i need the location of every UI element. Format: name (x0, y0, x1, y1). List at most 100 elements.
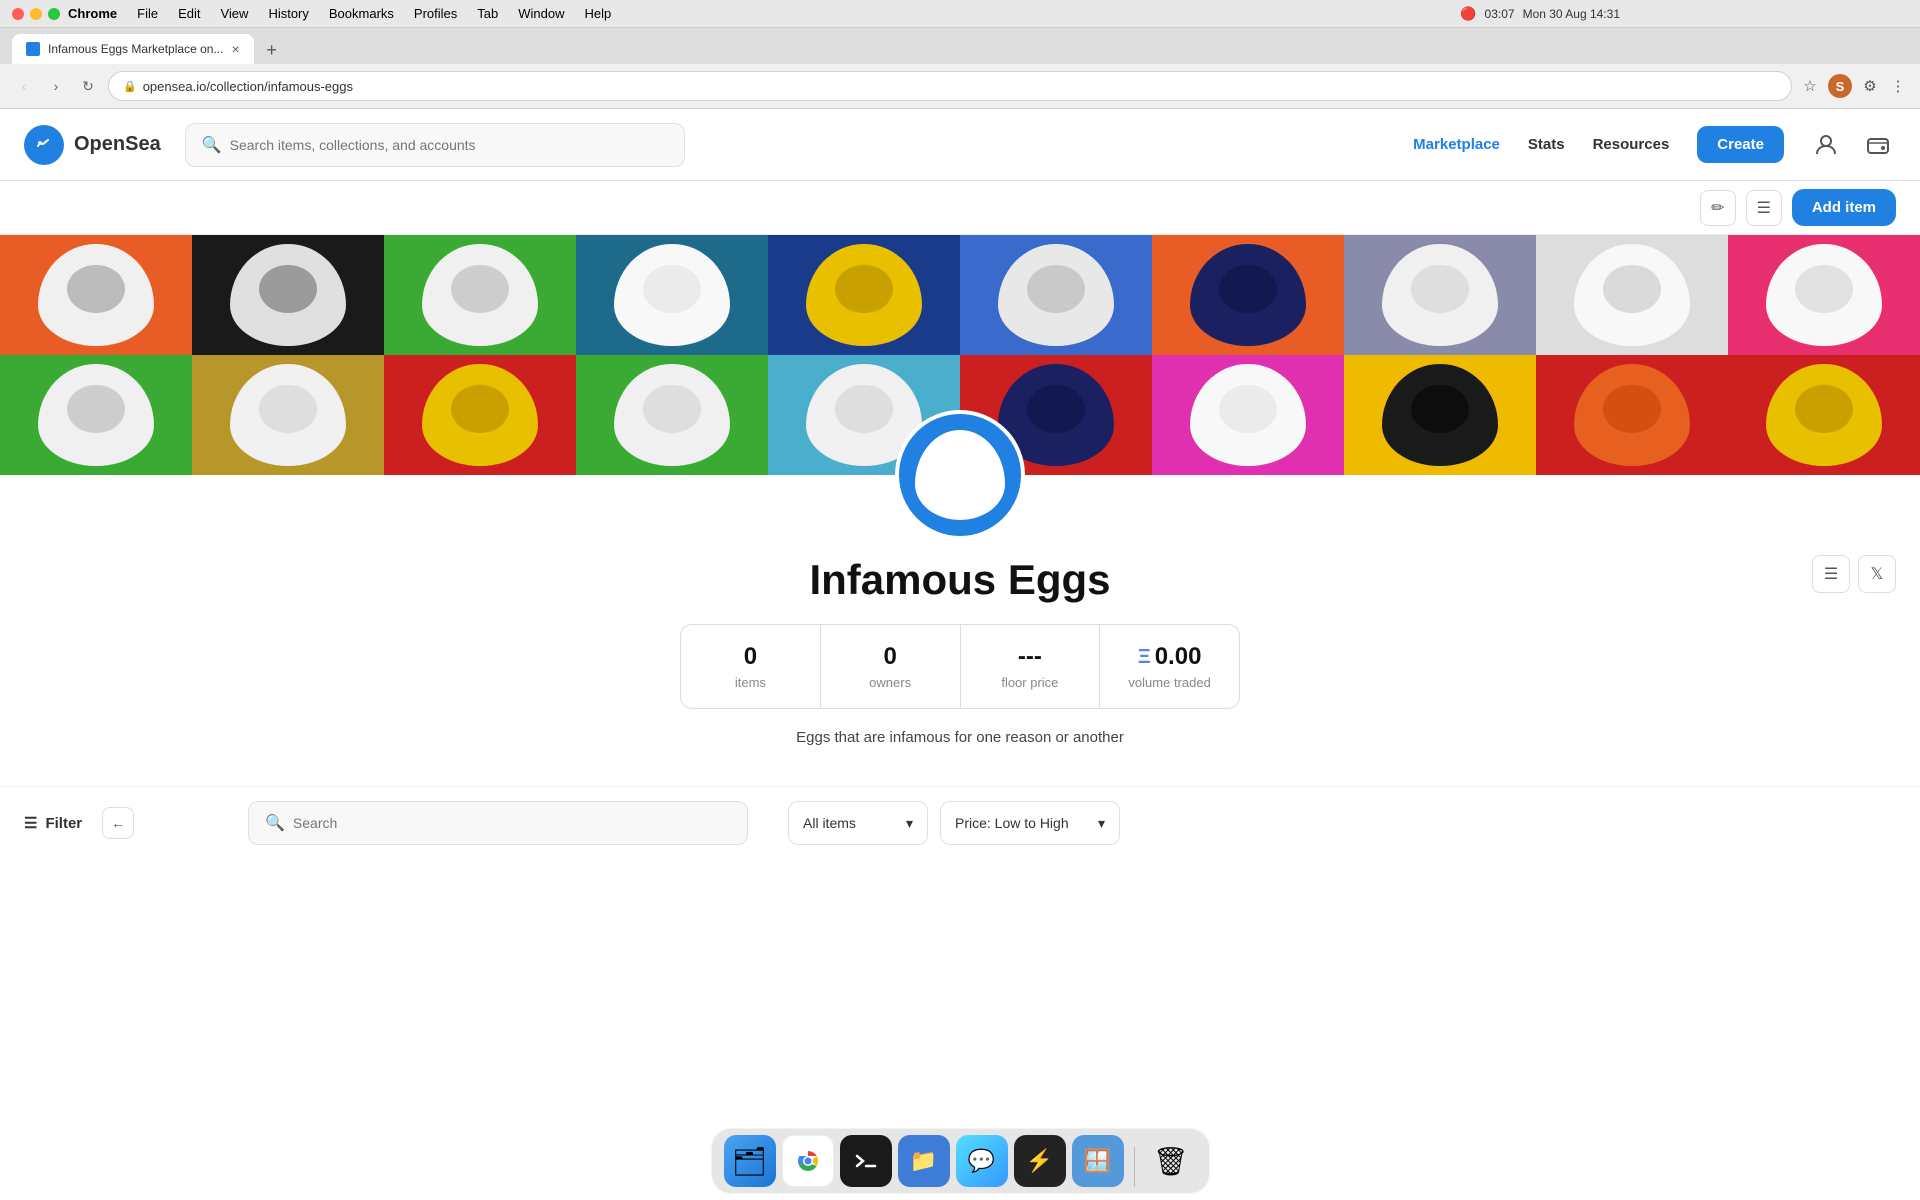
filter-back-button[interactable]: ← (102, 807, 134, 839)
collection-avatar (895, 410, 1025, 540)
egg-cell (1152, 355, 1344, 475)
battery-icon: 🔴 (1460, 6, 1476, 22)
menu-chrome[interactable]: Chrome (68, 6, 117, 21)
menu-file[interactable]: File (137, 6, 158, 21)
dock-divider (1134, 1147, 1135, 1187)
more-icon[interactable]: ⋮ (1888, 76, 1908, 96)
nav-links: Marketplace Stats Resources Create (1413, 126, 1784, 163)
avatar-egg (915, 430, 1005, 520)
tab-favicon (26, 42, 40, 56)
back-button[interactable]: ‹ (12, 74, 36, 98)
stat-label-owners: owners (841, 675, 940, 690)
collection-title: Infamous Eggs (809, 556, 1110, 604)
nav-stats[interactable]: Stats (1528, 136, 1565, 153)
egg-cell (384, 235, 576, 355)
egg-cell (0, 235, 192, 355)
edit-icon[interactable]: ✏ (1700, 190, 1736, 226)
tab-title: Infamous Eggs Marketplace on... (48, 42, 223, 56)
active-tab[interactable]: Infamous Eggs Marketplace on... × (12, 34, 254, 64)
account-icon[interactable] (1808, 127, 1844, 163)
opensea-navbar: OpenSea 🔍 Marketplace Stats Resources Cr… (0, 109, 1920, 181)
url-text: opensea.io/collection/infamous-eggs (143, 79, 353, 94)
forward-button[interactable]: › (44, 74, 68, 98)
dock: 🗂 📁 💬 ⚡ 🪟 🗑 (711, 1128, 1210, 1194)
fullscreen-button[interactable] (48, 8, 60, 20)
system-time: 🔴 03:07 Mon 30 Aug 14:31 (1460, 6, 1620, 22)
stat-label-volume traded: volume traded (1120, 675, 1219, 690)
stat-value-items: 0 (701, 643, 800, 671)
collection-toolbar: ✏ ☰ Add item (0, 181, 1920, 235)
social-icons: ☰ 𝕏 (1812, 555, 1896, 593)
stat-owners: 0 owners (821, 625, 961, 708)
minimize-button[interactable] (30, 8, 42, 20)
egg-cell (1728, 235, 1920, 355)
menu-profiles[interactable]: Profiles (414, 6, 457, 21)
filter-button[interactable]: ☰ Filter ← (24, 799, 224, 847)
search-icon: 🔍 (202, 135, 222, 155)
opensea-logo-icon (24, 125, 64, 165)
search-bar[interactable]: 🔍 (185, 123, 685, 167)
new-tab-button[interactable]: + (258, 36, 286, 64)
egg-cell (192, 355, 384, 475)
bookmark-icon[interactable]: ☆ (1800, 76, 1820, 96)
search-input[interactable] (230, 137, 668, 153)
browser-chrome: Infamous Eggs Marketplace on... × + ‹ › … (0, 28, 1920, 109)
dock-finder[interactable]: 🗂 (724, 1135, 776, 1187)
opensea-logo[interactable]: OpenSea (24, 125, 161, 165)
all-items-dropdown[interactable]: All items ▾ (788, 801, 928, 845)
dock-atom[interactable]: ⚡ (1014, 1135, 1066, 1187)
egg-cell (0, 355, 192, 475)
egg-cell (1536, 355, 1728, 475)
dock-terminal[interactable] (840, 1135, 892, 1187)
filter-search-input[interactable] (293, 815, 731, 831)
stat-floor price: ---floor price (961, 625, 1101, 708)
extensions-icon[interactable]: ⚙ (1860, 76, 1880, 96)
nav-resources[interactable]: Resources (1593, 136, 1670, 153)
dock-trash[interactable]: 🗑 (1145, 1135, 1197, 1187)
egg-cell (1344, 355, 1536, 475)
list-view-icon[interactable]: ☰ (1746, 190, 1782, 226)
egg-cell (960, 235, 1152, 355)
titlebar: Chrome File Edit View History Bookmarks … (0, 0, 1920, 28)
wallet-icon[interactable] (1860, 127, 1896, 163)
address-bar-icons: ☆ S ⚙ ⋮ (1800, 74, 1908, 98)
url-bar[interactable]: 🔒 opensea.io/collection/infamous-eggs (108, 71, 1792, 101)
menu-icon[interactable]: ☰ (1812, 555, 1850, 593)
egg-cell (1536, 235, 1728, 355)
menu-window[interactable]: Window (518, 6, 564, 21)
all-items-label: All items (803, 815, 856, 831)
tab-close-button[interactable]: × (231, 41, 239, 57)
current-time: Mon 30 Aug 14:31 (1523, 7, 1620, 21)
menu-tab[interactable]: Tab (477, 6, 498, 21)
refresh-button[interactable]: ↻ (76, 74, 100, 98)
filter-label: Filter (45, 815, 82, 832)
menu-bookmarks[interactable]: Bookmarks (329, 6, 394, 21)
nav-create[interactable]: Create (1697, 126, 1784, 163)
stat-value-floor price: --- (981, 643, 1080, 671)
profile-icon[interactable]: S (1828, 74, 1852, 98)
menu-view[interactable]: View (220, 6, 248, 21)
menu-help[interactable]: Help (585, 6, 612, 21)
twitter-icon[interactable]: 𝕏 (1858, 555, 1896, 593)
add-item-button[interactable]: Add item (1792, 189, 1896, 226)
dropdown-arrow-icon: ▾ (906, 815, 913, 832)
tab-bar: Infamous Eggs Marketplace on... × + (0, 28, 1920, 64)
address-bar: ‹ › ↻ 🔒 opensea.io/collection/infamous-e… (0, 64, 1920, 108)
nav-marketplace[interactable]: Marketplace (1413, 136, 1500, 153)
menu-history[interactable]: History (268, 6, 308, 21)
price-sort-dropdown[interactable]: Price: Low to High ▾ (940, 801, 1120, 845)
stats-bar: 0items0owners---floor priceΞ0.00volume t… (680, 624, 1240, 709)
dock-chrome[interactable] (782, 1135, 834, 1187)
egg-cell (768, 235, 960, 355)
titlebar-menu: Chrome File Edit View History Bookmarks … (68, 6, 611, 21)
menu-edit[interactable]: Edit (178, 6, 200, 21)
dock-messages[interactable]: 💬 (956, 1135, 1008, 1187)
egg-cell (1152, 235, 1344, 355)
nav-icons (1808, 127, 1896, 163)
filter-search-box[interactable]: 🔍 (248, 801, 748, 845)
close-button[interactable] (12, 8, 24, 20)
dock-window[interactable]: 🪟 (1072, 1135, 1124, 1187)
dock-bar: 🗂 📁 💬 ⚡ 🪟 🗑 (0, 1122, 1920, 1200)
dock-files[interactable]: 📁 (898, 1135, 950, 1187)
stat-value-owners: 0 (841, 643, 940, 671)
